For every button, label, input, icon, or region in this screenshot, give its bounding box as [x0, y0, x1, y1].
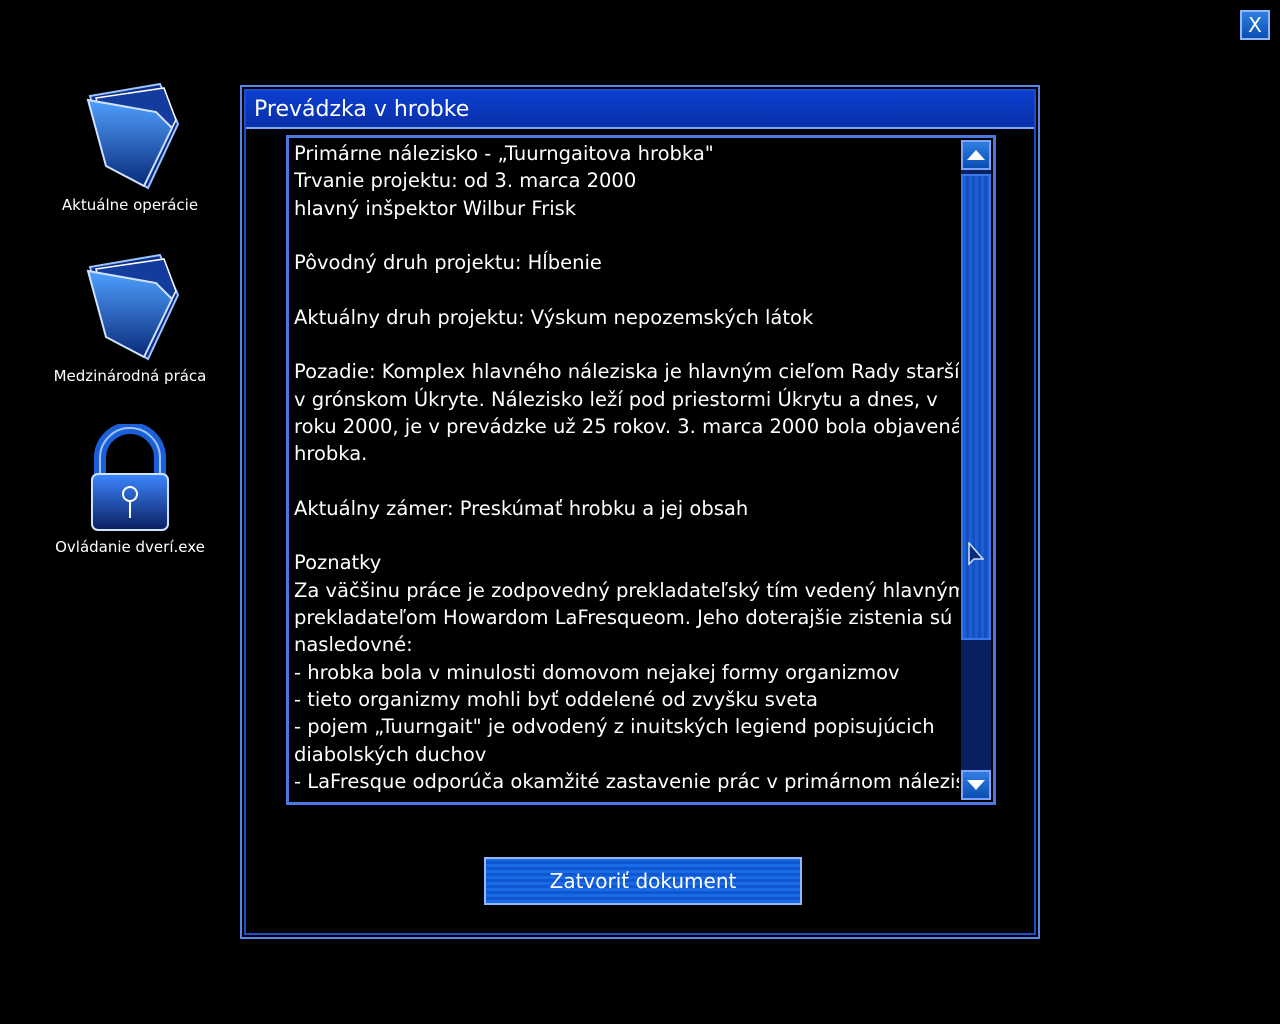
document-line: - pojem „Tuurngait" je odvodený z inuits…	[294, 715, 935, 739]
folder-icon	[86, 253, 180, 361]
document-line: Pôvodný druh projektu: Hĺbenie	[294, 251, 602, 275]
document-line	[294, 522, 959, 549]
app-close-button[interactable]: X	[1240, 10, 1270, 40]
scroll-up-button[interactable]	[961, 140, 991, 170]
document-line	[294, 276, 959, 303]
document-line: Primárne nálezisko - „Tuurngaitova hrobk…	[294, 142, 714, 165]
window-titlebar[interactable]: Prevádzka v hrobke	[246, 91, 1034, 129]
document-line: Pozadie: Komplex hlavného náleziska je h…	[294, 360, 959, 384]
arrow-down-icon	[967, 780, 985, 790]
document-line: Aktuálny druh projektu: Výskum nepozemsk…	[294, 305, 814, 329]
document-line: Za väčšinu práce je zodpovedný prekladat…	[294, 578, 959, 602]
scroll-thumb[interactable]	[961, 174, 991, 640]
vertical-scrollbar[interactable]	[961, 140, 991, 800]
document-line: Aktuálny zámer: Preskúmať hrobku a jej o…	[294, 496, 749, 520]
document-line: - LaFresque odporúča okamžité zastavenie…	[294, 769, 959, 793]
document-window: Prevádzka v hrobke Primárne nálezisko - …	[240, 85, 1040, 939]
window-title: Prevádzka v hrobke	[254, 97, 470, 122]
desktop-icon-current-operations[interactable]: Aktuálne operácie	[40, 82, 220, 214]
document-line: roku 2000, je v prevádzke už 25 rokov. 3…	[294, 414, 959, 438]
desktop-icon-label: Aktuálne operácie	[61, 196, 199, 214]
document-line: Trvanie projektu: od 3. marca 2000	[294, 169, 637, 193]
document-line: nasledovné:	[294, 633, 413, 657]
document-frame: Primárne nálezisko - „Tuurngaitova hrobk…	[286, 135, 996, 805]
document-line: Poznatky	[294, 551, 382, 575]
desktop-icon-label: Medzinárodná práca	[53, 367, 207, 385]
scroll-down-button[interactable]	[961, 770, 991, 800]
document-line	[294, 331, 959, 358]
desktop-icon-international-work[interactable]: Medzinárodná práca	[40, 253, 220, 385]
document-text[interactable]: Primárne nálezisko - „Tuurngaitova hrobk…	[294, 140, 959, 800]
desktop-icon-label: Ovládanie dverí.exe	[55, 538, 205, 556]
document-line: v grónskom Úkryte. Nálezisko leží pod pr…	[294, 387, 938, 411]
document-line: hrobka.	[294, 442, 368, 466]
window-frame: Prevádzka v hrobke Primárne nálezisko - …	[244, 89, 1036, 935]
arrow-up-icon	[967, 150, 985, 160]
close-document-button[interactable]: Zatvoriť dokument	[484, 857, 802, 905]
desktop-icon-door-control[interactable]: Ovládanie dverí.exe	[40, 424, 220, 556]
document-line	[294, 222, 959, 249]
document-line: hlavný inšpektor Wilbur Frisk	[294, 196, 577, 220]
document-line	[294, 468, 959, 495]
document-line: - hrobka bola v minulosti domovom nejake…	[294, 660, 900, 684]
document-line: diabolských duchov	[294, 742, 487, 766]
document-line: prekladateľom Howardom LaFresqueom. Jeho…	[294, 606, 953, 630]
document-line: - tieto organizmy mohli byť oddelené od …	[294, 687, 819, 711]
mouse-cursor-icon	[968, 542, 984, 566]
desktop: X Aktuálne operácie Medzinárodná práca O…	[0, 0, 1280, 1024]
padlock-icon	[91, 424, 169, 531]
folder-icon	[86, 82, 180, 190]
